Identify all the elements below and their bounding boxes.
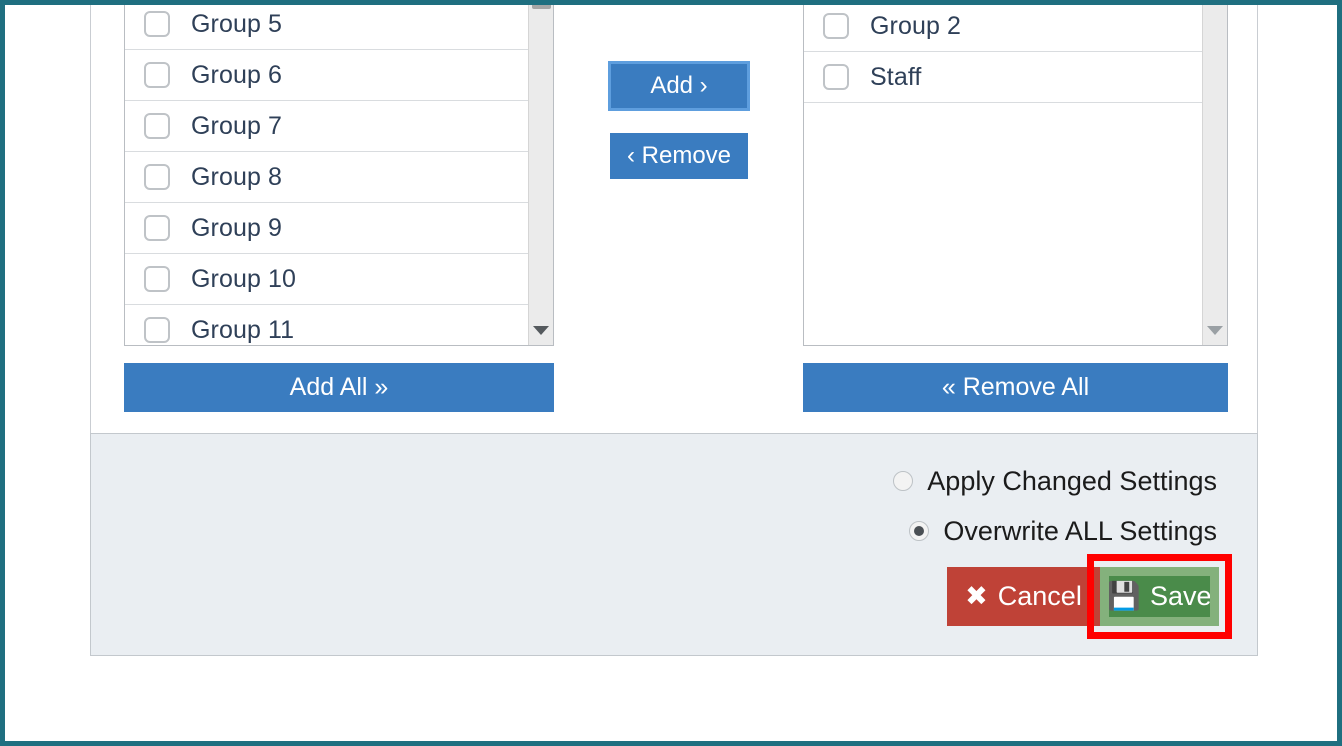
selected-list-scrollbar[interactable] xyxy=(1202,5,1227,345)
checkbox-icon[interactable] xyxy=(823,64,849,90)
list-item-label: Group 2 xyxy=(870,11,962,40)
cancel-button-label: Cancel xyxy=(997,581,1082,611)
chevron-down-icon[interactable] xyxy=(1207,326,1223,335)
list-item-label: Group 11 xyxy=(191,315,295,344)
checkbox-icon[interactable] xyxy=(144,164,170,190)
list-item-label: Group 8 xyxy=(191,162,283,191)
selected-groups-scroll-area: Group 2 Staff xyxy=(804,5,1202,345)
save-button[interactable]: 💾 Save xyxy=(1100,567,1219,626)
list-item[interactable]: Group 7 xyxy=(125,101,528,152)
radio-label: Apply Changed Settings xyxy=(927,465,1217,496)
save-button-wrapper: 💾 Save xyxy=(1087,554,1232,639)
checkbox-icon[interactable] xyxy=(144,266,170,292)
add-button[interactable]: Add › xyxy=(608,61,750,111)
checkbox-icon[interactable] xyxy=(144,113,170,139)
chevron-down-icon[interactable] xyxy=(533,326,549,335)
list-item-label: Group 6 xyxy=(191,60,283,89)
selected-groups-listbox[interactable]: Group 2 Staff xyxy=(803,5,1228,346)
list-item[interactable]: Group 5 xyxy=(125,5,528,50)
remove-all-button[interactable]: « Remove All xyxy=(803,363,1228,412)
footer-panel: Apply Changed Settings Overwrite ALL Set… xyxy=(90,433,1258,656)
radio-icon-selected[interactable] xyxy=(909,521,930,541)
radio-label: Overwrite ALL Settings xyxy=(943,515,1217,546)
radio-option-apply-changed[interactable]: Apply Changed Settings xyxy=(91,456,1257,506)
radio-icon[interactable] xyxy=(893,471,914,491)
list-item[interactable]: Group 10 xyxy=(125,254,528,305)
checkbox-icon[interactable] xyxy=(823,13,849,39)
available-groups-listbox[interactable]: Group 5 Group 6 Group 7 Group 8 Group 9 xyxy=(124,5,554,346)
checkbox-icon[interactable] xyxy=(144,62,170,88)
available-list-scrollbar[interactable] xyxy=(528,5,553,345)
available-groups-scroll-area: Group 5 Group 6 Group 7 Group 8 Group 9 xyxy=(125,5,528,345)
add-all-button[interactable]: Add All » xyxy=(124,363,554,412)
list-item[interactable]: Staff xyxy=(804,52,1202,103)
checkbox-icon[interactable] xyxy=(144,215,170,241)
checkbox-icon[interactable] xyxy=(144,11,170,37)
floppy-disk-icon: 💾 xyxy=(1107,581,1142,611)
dual-list-transfer: Group 5 Group 6 Group 7 Group 8 Group 9 xyxy=(90,5,1258,438)
checkbox-icon[interactable] xyxy=(144,317,170,343)
list-item-label: Group 9 xyxy=(191,213,283,242)
save-button-label: Save xyxy=(1150,581,1212,611)
list-item[interactable]: Group 8 xyxy=(125,152,528,203)
scrollbar-thumb[interactable] xyxy=(532,5,551,9)
list-item-label: Group 7 xyxy=(191,111,283,140)
list-item-label: Group 10 xyxy=(191,264,297,293)
list-item[interactable]: Group 2 xyxy=(804,5,1202,52)
list-item[interactable]: Group 6 xyxy=(125,50,528,101)
screenshot-frame: Group 5 Group 6 Group 7 Group 8 Group 9 xyxy=(0,0,1342,746)
cancel-button[interactable]: ✖ Cancel xyxy=(947,567,1100,626)
list-item[interactable]: Group 11 xyxy=(125,305,528,345)
radio-option-overwrite-all[interactable]: Overwrite ALL Settings xyxy=(91,506,1257,556)
close-icon: ✖ xyxy=(965,581,988,611)
list-item-label: Group 5 xyxy=(191,9,283,38)
list-item[interactable]: Group 9 xyxy=(125,203,528,254)
remove-button[interactable]: ‹ Remove xyxy=(610,133,748,179)
action-button-row: ✖ Cancel 💾 Save xyxy=(947,554,1232,639)
list-item-label: Staff xyxy=(870,62,922,91)
